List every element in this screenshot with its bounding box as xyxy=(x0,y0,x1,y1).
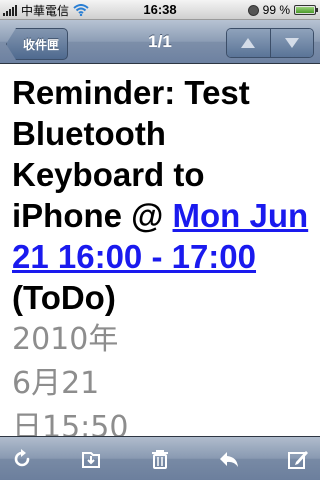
battery-icon xyxy=(294,5,318,15)
compose-button[interactable] xyxy=(284,445,312,473)
message-date-line: 日15:50 xyxy=(12,410,129,436)
message-position-title: 1/1 xyxy=(148,32,172,51)
navigation-bar: 收件匣 1/1 xyxy=(0,20,320,64)
reply-icon xyxy=(220,451,238,467)
status-bar: 中華電信 16:38 99 % xyxy=(0,0,320,20)
message-date-line: 2010年 xyxy=(12,322,119,357)
refresh-button[interactable] xyxy=(8,445,36,473)
message-subject: Reminder: Test Bluetooth Keyboard to iPh… xyxy=(12,72,314,318)
compose-icon xyxy=(288,450,308,469)
refresh-icon xyxy=(14,448,30,466)
move-to-folder-icon xyxy=(82,451,100,468)
trash-button[interactable] xyxy=(146,445,174,473)
move-to-folder-button[interactable] xyxy=(77,445,105,473)
inbox-back-button[interactable]: 收件匣 xyxy=(6,28,69,60)
up-arrow-icon xyxy=(241,38,256,48)
subject-suffix: (ToDo) xyxy=(12,279,116,316)
down-arrow-icon xyxy=(284,38,299,48)
bottom-toolbar xyxy=(0,436,320,480)
message-navigation-segment xyxy=(226,28,314,58)
status-right: 99 % xyxy=(247,0,318,20)
previous-message-button[interactable] xyxy=(227,29,270,57)
next-message-button[interactable] xyxy=(269,29,313,57)
orientation-lock-icon xyxy=(247,4,259,16)
reply-button[interactable] xyxy=(215,445,243,473)
trash-icon xyxy=(152,449,168,469)
battery-fill xyxy=(296,7,314,13)
battery-percent: 99 % xyxy=(262,3,290,17)
message-date-line: 6月21 xyxy=(12,366,100,401)
message-content: Reminder: Test Bluetooth Keyboard to iPh… xyxy=(0,64,320,436)
